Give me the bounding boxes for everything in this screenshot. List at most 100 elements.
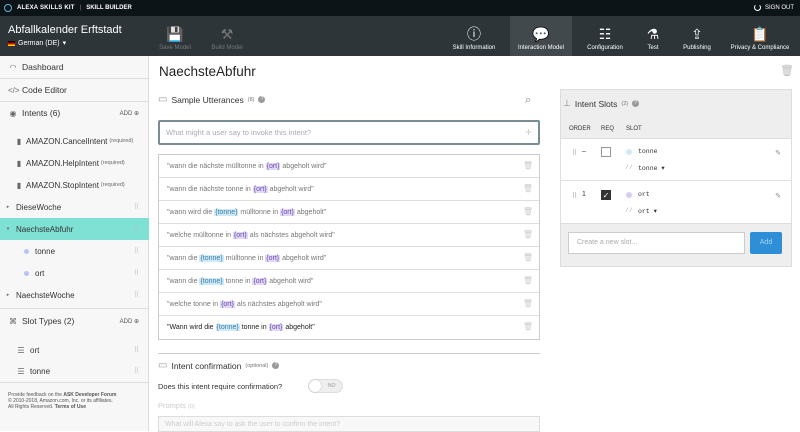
- divider: [0, 308, 149, 309]
- utterance-text: tonne in: [223, 277, 253, 285]
- drag-handle-icon[interactable]: ⠿: [134, 225, 139, 233]
- sidebar-item-dashboard[interactable]: ◠ Dashboard: [0, 56, 149, 78]
- slot-type-select[interactable]: tonne ▾: [638, 164, 665, 172]
- help-icon[interactable]: ?: [258, 96, 266, 103]
- help-icon[interactable]: ?: [632, 100, 640, 107]
- slot-type-icon: ⁄⁄: [625, 207, 633, 214]
- drag-handle-icon[interactable]: ⠿: [134, 346, 139, 354]
- clipboard-icon: 📋: [751, 26, 769, 42]
- drag-handle-icon[interactable]: ⠿: [134, 203, 139, 211]
- drag-handle-icon[interactable]: ⠿: [572, 149, 577, 157]
- sidebar-slot-type-ort[interactable]: ☰ ort ⠿: [0, 339, 149, 361]
- new-slot-input[interactable]: Create a new slot...: [568, 232, 745, 254]
- separator: |: [79, 5, 82, 11]
- sidebar-item-diesewoche[interactable]: ▸ DieseWoche ⠿: [0, 196, 149, 218]
- tab-interaction-model[interactable]: 💬 Interaction Model: [510, 16, 572, 56]
- slot-name[interactable]: ort: [638, 191, 650, 198]
- slot-tag[interactable]: {tonne}: [215, 324, 240, 331]
- header-order: ORDER: [569, 126, 591, 132]
- sidebar-item-naechstewoche[interactable]: ▸ NaechsteWoche ⠿: [0, 284, 149, 306]
- slot-tag[interactable]: {ort}: [280, 208, 295, 216]
- chat-bubbles-icon: 💬: [532, 26, 550, 42]
- utterance-row[interactable]: "welche tonne in {ort} als nächstes abge…: [159, 293, 539, 316]
- sidebar-item-help-intent[interactable]: ▮ AMAZON.HelpIntent (required): [0, 152, 149, 174]
- slot-name[interactable]: tonne: [638, 148, 658, 155]
- sidebar-item-stop-intent[interactable]: ▮ AMAZON.StopIntent (required): [0, 174, 149, 196]
- delete-utterance-icon[interactable]: 🗑: [523, 276, 533, 285]
- sidebar-slot-type-tonne[interactable]: ☰ tonne ⠿: [0, 360, 149, 382]
- delete-utterance-icon[interactable]: 🗑: [523, 230, 533, 239]
- toggle-knob: [309, 380, 321, 392]
- delete-intent-icon[interactable]: 🗑: [780, 64, 794, 77]
- utterance-text: abgeholt wird": [267, 185, 314, 193]
- utterance-row[interactable]: "wann wird die {tonne} mülltonne in {ort…: [159, 201, 539, 224]
- sidebar-slot-tonne[interactable]: tonne ⠿: [0, 240, 149, 262]
- slot-tag[interactable]: {ort}: [220, 300, 235, 308]
- help-icon[interactable]: ?: [272, 362, 280, 369]
- required-checkbox[interactable]: [601, 147, 611, 157]
- plus-icon[interactable]: +: [525, 125, 532, 139]
- drag-handle-icon[interactable]: ⠿: [134, 269, 139, 277]
- edit-icon[interactable]: ✎: [775, 192, 781, 200]
- brand-label[interactable]: ALEXA SKILLS KIT: [17, 5, 75, 11]
- alexa-logo-icon: [4, 4, 12, 12]
- utterance-row[interactable]: "wann die {tonne} mülltonne in {ort} abg…: [159, 247, 539, 270]
- utterance-row[interactable]: "wann die {tonne} tonne in {ort} abgehol…: [159, 270, 539, 293]
- delete-utterance-icon[interactable]: 🗑: [523, 299, 533, 308]
- save-model-button[interactable]: 💾 Save Model: [152, 16, 198, 56]
- delete-utterance-icon[interactable]: 🗑: [523, 207, 533, 216]
- utterance-input[interactable]: What might a user say to invoke this int…: [158, 120, 540, 145]
- delete-utterance-icon[interactable]: 🗑: [523, 184, 533, 193]
- section-label[interactable]: SKILL BUILDER: [86, 5, 132, 11]
- build-model-button[interactable]: ⚒ Build Model: [204, 16, 250, 56]
- utterance-row[interactable]: "wann die nächste tonne in {ort} abgehol…: [159, 178, 539, 201]
- slot-tag[interactable]: {ort}: [232, 231, 248, 239]
- tab-skill-information[interactable]: ⓘ Skill Information: [445, 16, 503, 56]
- header-req: REQ: [601, 126, 615, 132]
- sliders-icon: ☷: [598, 26, 612, 42]
- tab-privacy-compliance[interactable]: 📋 Privacy & Compliance: [724, 16, 796, 56]
- slot-tag[interactable]: {tonne}: [199, 254, 224, 262]
- slot-tag[interactable]: {tonne}: [214, 208, 239, 216]
- utterance-row[interactable]: "welche mülltonne in {ort} als nächstes …: [159, 224, 539, 247]
- slot-tag[interactable]: {ort}: [252, 185, 268, 193]
- utterance-row[interactable]: "wann die nächste mülltonne in {ort} abg…: [159, 155, 539, 178]
- add-intent-button[interactable]: ADD ⊕: [120, 110, 139, 117]
- caret-down-icon: ▾: [62, 40, 67, 47]
- confirmation-toggle[interactable]: NO: [308, 379, 343, 393]
- slot-tag[interactable]: {ort}: [252, 277, 268, 285]
- slot-tag[interactable]: {ort}: [265, 162, 281, 170]
- sidebar-slot-ort[interactable]: ort ⠿: [0, 262, 149, 284]
- tab-test[interactable]: ⚗ Test: [637, 16, 669, 56]
- drag-handle-icon[interactable]: ⠿: [134, 291, 139, 299]
- add-slot-button[interactable]: Add: [750, 232, 782, 254]
- sign-out-button[interactable]: SIGN OUT: [753, 4, 794, 11]
- sidebar-item-cancel-intent[interactable]: ▮ AMAZON.CancelIntent (required): [0, 130, 149, 152]
- delete-utterance-icon[interactable]: 🗑: [523, 253, 533, 262]
- delete-utterance-icon[interactable]: 🗑: [523, 322, 533, 331]
- add-slot-type-button[interactable]: ADD ⊕: [120, 318, 139, 325]
- drag-handle-icon[interactable]: ⠿: [572, 192, 577, 200]
- slot-tag[interactable]: {ort}: [265, 254, 281, 262]
- page-title: NaechsteAbfuhr: [159, 64, 256, 79]
- edit-icon[interactable]: ✎: [775, 149, 781, 157]
- utterances-header: ▭ Sample Utterances (8) ?: [158, 94, 266, 105]
- required-checkbox[interactable]: ✓: [601, 190, 611, 200]
- footer: Provide feedback on the ASK Developer Fo…: [8, 392, 117, 410]
- sidebar-item-code-editor[interactable]: </> Code Editor: [0, 79, 149, 101]
- drag-handle-icon[interactable]: ⠿: [134, 247, 139, 255]
- language-select[interactable]: German (DE) ▾: [8, 39, 66, 47]
- drag-handle-icon[interactable]: ⠿: [134, 367, 139, 375]
- delete-utterance-icon[interactable]: 🗑: [523, 161, 533, 170]
- slot-tag[interactable]: {ort}: [268, 324, 284, 331]
- utterance-row[interactable]: "Wann wird die {tonne} tonne in {ort} ab…: [159, 316, 539, 339]
- slot-type-select[interactable]: ort ▾: [638, 207, 657, 215]
- prompt-input[interactable]: What will Alexa say to ask the user to c…: [158, 416, 540, 432]
- search-icon[interactable]: ⌕: [525, 94, 531, 107]
- tab-configuration[interactable]: ☷ Configuration: [580, 16, 630, 56]
- terms-link[interactable]: Terms of Use: [55, 404, 86, 410]
- sidebar-item-naechsteabfuhr[interactable]: ▾ NaechsteAbfuhr ⠿: [0, 218, 149, 240]
- tab-publishing[interactable]: ⇪ Publishing: [676, 16, 718, 56]
- slot-tag[interactable]: {tonne}: [199, 277, 224, 285]
- skill-header: Abfallkalender Erftstadt German (DE) ▾ 💾…: [0, 16, 800, 56]
